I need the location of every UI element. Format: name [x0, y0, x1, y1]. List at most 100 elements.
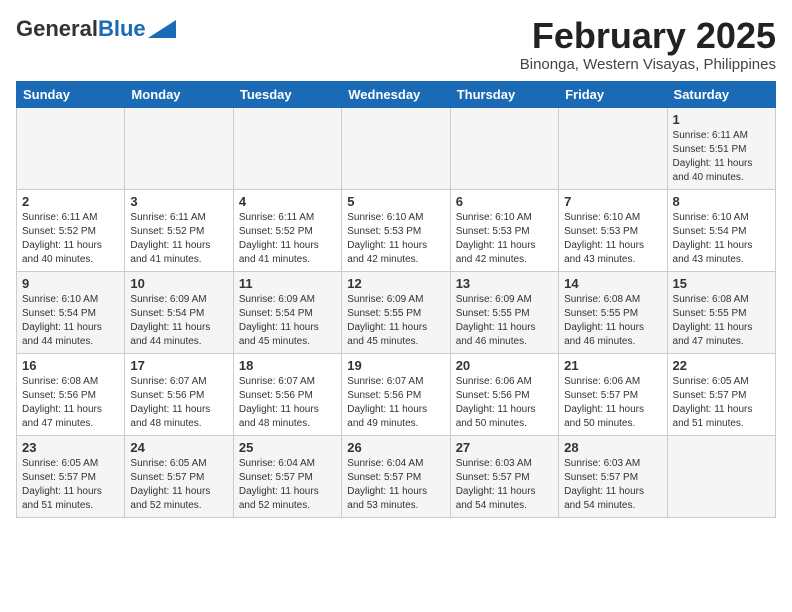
day-info: Sunrise: 6:09 AM Sunset: 5:55 PM Dayligh… [456, 293, 553, 349]
day-number: 8 [673, 194, 770, 209]
day-info: Sunrise: 6:05 AM Sunset: 5:57 PM Dayligh… [22, 457, 119, 513]
day-info: Sunrise: 6:11 AM Sunset: 5:52 PM Dayligh… [239, 211, 336, 267]
day-info: Sunrise: 6:04 AM Sunset: 5:57 PM Dayligh… [239, 457, 336, 513]
day-number: 24 [130, 440, 227, 455]
day-info: Sunrise: 6:08 AM Sunset: 5:55 PM Dayligh… [673, 293, 770, 349]
column-header-sunday: Sunday [17, 81, 125, 107]
day-info: Sunrise: 6:09 AM Sunset: 5:54 PM Dayligh… [130, 293, 227, 349]
calendar-cell: 10 Sunrise: 6:09 AM Sunset: 5:54 PM Dayli… [125, 271, 233, 353]
calendar-cell [17, 107, 125, 189]
day-number: 11 [239, 276, 336, 291]
calendar-cell: 8 Sunrise: 6:10 AM Sunset: 5:54 PM Daylig… [667, 189, 775, 271]
logo: General Blue [16, 16, 176, 42]
day-number: 6 [456, 194, 553, 209]
day-number: 5 [347, 194, 444, 209]
day-info: Sunrise: 6:10 AM Sunset: 5:53 PM Dayligh… [347, 211, 444, 267]
column-header-wednesday: Wednesday [342, 81, 450, 107]
calendar-cell: 24 Sunrise: 6:05 AM Sunset: 5:57 PM Dayli… [125, 435, 233, 517]
day-number: 1 [673, 112, 770, 127]
day-number: 12 [347, 276, 444, 291]
calendar-cell: 1Sunrise: 6:11 AM Sunset: 5:51 PM Daylig… [667, 107, 775, 189]
calendar-cell [559, 107, 667, 189]
day-info: Sunrise: 6:05 AM Sunset: 5:57 PM Dayligh… [673, 375, 770, 431]
day-number: 22 [673, 358, 770, 373]
calendar-cell: 20 Sunrise: 6:06 AM Sunset: 5:56 PM Dayli… [450, 353, 558, 435]
day-number: 20 [456, 358, 553, 373]
day-info: Sunrise: 6:03 AM Sunset: 5:57 PM Dayligh… [564, 457, 661, 513]
calendar-week-row: 16Sunrise: 6:08 AM Sunset: 5:56 PM Dayli… [17, 353, 776, 435]
column-header-friday: Friday [559, 81, 667, 107]
day-info: Sunrise: 6:03 AM Sunset: 5:57 PM Dayligh… [456, 457, 553, 513]
calendar-cell: 14 Sunrise: 6:08 AM Sunset: 5:55 PM Dayli… [559, 271, 667, 353]
calendar-cell: 28 Sunrise: 6:03 AM Sunset: 5:57 PM Dayli… [559, 435, 667, 517]
day-number: 28 [564, 440, 661, 455]
calendar-cell: 5 Sunrise: 6:10 AM Sunset: 5:53 PM Daylig… [342, 189, 450, 271]
day-info: Sunrise: 6:06 AM Sunset: 5:57 PM Dayligh… [564, 375, 661, 431]
logo-blue: Blue [98, 16, 146, 42]
calendar-cell [450, 107, 558, 189]
day-number: 19 [347, 358, 444, 373]
day-number: 17 [130, 358, 227, 373]
calendar-cell: 18Sunrise: 6:07 AM Sunset: 5:56 PM Dayli… [233, 353, 341, 435]
day-number: 23 [22, 440, 119, 455]
calendar-week-row: 9Sunrise: 6:10 AM Sunset: 5:54 PM Daylig… [17, 271, 776, 353]
column-header-saturday: Saturday [667, 81, 775, 107]
day-info: Sunrise: 6:05 AM Sunset: 5:57 PM Dayligh… [130, 457, 227, 513]
day-number: 21 [564, 358, 661, 373]
column-header-thursday: Thursday [450, 81, 558, 107]
month-year: February 2025 [520, 16, 776, 56]
day-info: Sunrise: 6:10 AM Sunset: 5:53 PM Dayligh… [456, 211, 553, 267]
calendar-cell: 2 Sunrise: 6:11 AM Sunset: 5:52 PM Daylig… [17, 189, 125, 271]
logo-general: General [16, 16, 98, 42]
day-number: 10 [130, 276, 227, 291]
calendar-cell: 6 Sunrise: 6:10 AM Sunset: 5:53 PM Daylig… [450, 189, 558, 271]
day-number: 25 [239, 440, 336, 455]
calendar-table: SundayMondayTuesdayWednesdayThursdayFrid… [16, 81, 776, 518]
calendar-cell: 11 Sunrise: 6:09 AM Sunset: 5:54 PM Dayli… [233, 271, 341, 353]
calendar-cell: 13 Sunrise: 6:09 AM Sunset: 5:55 PM Dayli… [450, 271, 558, 353]
day-info: Sunrise: 6:08 AM Sunset: 5:55 PM Dayligh… [564, 293, 661, 349]
day-number: 2 [22, 194, 119, 209]
page-header: General Blue February 2025 Binonga, West… [16, 16, 776, 73]
logo-icon [148, 20, 176, 38]
calendar-header-row: SundayMondayTuesdayWednesdayThursdayFrid… [17, 81, 776, 107]
day-number: 13 [456, 276, 553, 291]
calendar-cell: 26 Sunrise: 6:04 AM Sunset: 5:57 PM Dayli… [342, 435, 450, 517]
day-info: Sunrise: 6:10 AM Sunset: 5:53 PM Dayligh… [564, 211, 661, 267]
day-info: Sunrise: 6:09 AM Sunset: 5:55 PM Dayligh… [347, 293, 444, 349]
calendar-cell [233, 107, 341, 189]
day-number: 9 [22, 276, 119, 291]
calendar-cell: 27 Sunrise: 6:03 AM Sunset: 5:57 PM Dayli… [450, 435, 558, 517]
day-number: 7 [564, 194, 661, 209]
day-number: 14 [564, 276, 661, 291]
day-info: Sunrise: 6:06 AM Sunset: 5:56 PM Dayligh… [456, 375, 553, 431]
column-header-monday: Monday [125, 81, 233, 107]
day-number: 16 [22, 358, 119, 373]
calendar-cell: 25 Sunrise: 6:04 AM Sunset: 5:57 PM Dayli… [233, 435, 341, 517]
calendar-cell [342, 107, 450, 189]
column-header-tuesday: Tuesday [233, 81, 341, 107]
calendar-cell: 23 Sunrise: 6:05 AM Sunset: 5:57 PM Dayli… [17, 435, 125, 517]
calendar-cell: 16Sunrise: 6:08 AM Sunset: 5:56 PM Dayli… [17, 353, 125, 435]
calendar-cell: 17Sunrise: 6:07 AM Sunset: 5:56 PM Dayli… [125, 353, 233, 435]
calendar-cell: 19Sunrise: 6:07 AM Sunset: 5:56 PM Dayli… [342, 353, 450, 435]
day-number: 4 [239, 194, 336, 209]
day-info: Sunrise: 6:11 AM Sunset: 5:52 PM Dayligh… [22, 211, 119, 267]
location: Binonga, Western Visayas, Philippines [520, 56, 776, 73]
calendar-cell: 7 Sunrise: 6:10 AM Sunset: 5:53 PM Daylig… [559, 189, 667, 271]
calendar-cell [125, 107, 233, 189]
day-number: 27 [456, 440, 553, 455]
day-info: Sunrise: 6:09 AM Sunset: 5:54 PM Dayligh… [239, 293, 336, 349]
calendar-cell: 21 Sunrise: 6:06 AM Sunset: 5:57 PM Dayli… [559, 353, 667, 435]
calendar-cell: 22 Sunrise: 6:05 AM Sunset: 5:57 PM Dayli… [667, 353, 775, 435]
title-block: February 2025 Binonga, Western Visayas, … [520, 16, 776, 73]
calendar-week-row: 2 Sunrise: 6:11 AM Sunset: 5:52 PM Daylig… [17, 189, 776, 271]
day-number: 26 [347, 440, 444, 455]
calendar-cell: 3Sunrise: 6:11 AM Sunset: 5:52 PM Daylig… [125, 189, 233, 271]
calendar-cell: 4 Sunrise: 6:11 AM Sunset: 5:52 PM Daylig… [233, 189, 341, 271]
day-info: Sunrise: 6:04 AM Sunset: 5:57 PM Dayligh… [347, 457, 444, 513]
day-info: Sunrise: 6:11 AM Sunset: 5:52 PM Dayligh… [130, 211, 227, 267]
day-info: Sunrise: 6:10 AM Sunset: 5:54 PM Dayligh… [673, 211, 770, 267]
calendar-week-row: 1Sunrise: 6:11 AM Sunset: 5:51 PM Daylig… [17, 107, 776, 189]
day-number: 18 [239, 358, 336, 373]
